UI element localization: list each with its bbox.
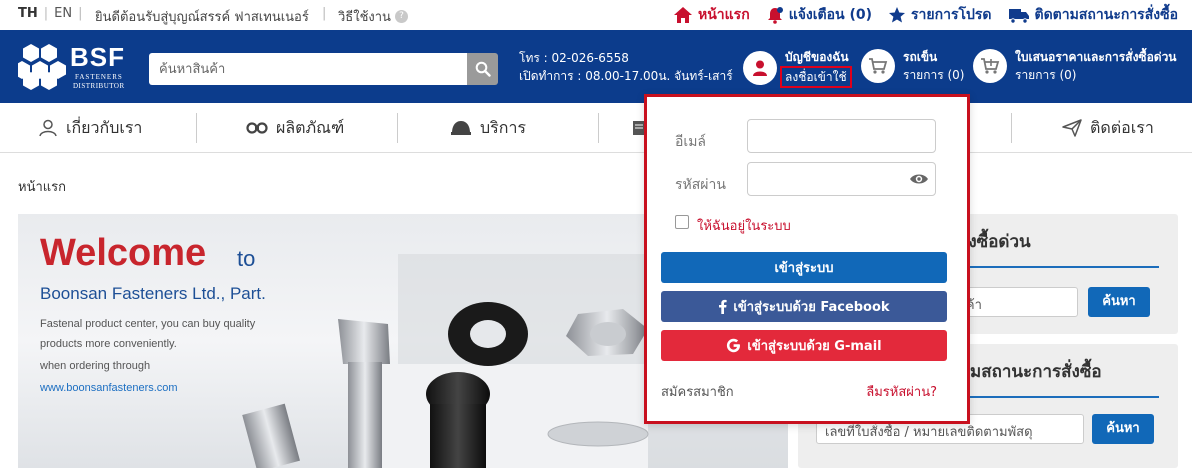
search-button[interactable] xyxy=(467,53,498,85)
logo-subtitle: FASTENERS xyxy=(75,73,123,81)
breadcrumb[interactable]: หน้าแรก xyxy=(18,176,66,197)
account-avatar xyxy=(743,51,777,85)
nav-divider xyxy=(598,113,599,143)
account-title: บัญชีของฉัน xyxy=(785,50,849,64)
nav-item-contact[interactable]: ติดต่อเรา xyxy=(1062,103,1154,153)
logo-hex-icon xyxy=(18,44,66,90)
welcome-text: ยินดีต้อนรับสู่บุญณ์สรรค์ ฟาสเทนเนอร์ xyxy=(95,10,309,25)
login-button[interactable]: เข้าสู่ระบบ xyxy=(661,252,947,283)
send-icon xyxy=(1062,119,1082,137)
login-button-label: เข้าสู่ระบบ xyxy=(774,261,834,276)
email-field[interactable] xyxy=(747,119,936,153)
phone-text: โทร : 02-026-6558 xyxy=(519,51,629,65)
main-nav: เกี่ยวกับเรา ผลิตภัณฑ์ บริการ ติดต่อเรา xyxy=(0,103,1192,153)
quote-circle xyxy=(973,49,1007,83)
top-bar: TH | EN | ยินดีต้อนรับสู่บุญณ์สรรค์ ฟาสเ… xyxy=(0,0,1192,30)
search-bar xyxy=(149,53,498,85)
logo-subtitle-2: DISTRIBUTOR xyxy=(73,82,125,90)
user-icon xyxy=(39,119,57,137)
nav-divider xyxy=(196,113,197,143)
divider: | xyxy=(78,6,83,21)
contact-info: โทร : 02-026-6558 เปิดทำการ : 08.00-17.0… xyxy=(519,49,733,85)
bell-icon xyxy=(767,7,783,24)
eye-icon[interactable] xyxy=(909,171,929,187)
banner-text-2: products more conveniently. xyxy=(40,338,177,350)
banner-to: to xyxy=(237,246,256,271)
banner-welcome: Welcome xyxy=(40,232,207,274)
account-menu[interactable]: บัญชีของฉัน ลงชื่อเข้าใช้ xyxy=(743,48,852,88)
main-header: BSF FASTENERS DISTRIBUTOR โทร : 02-026-6… xyxy=(0,30,1192,103)
password-field[interactable] xyxy=(747,162,936,196)
help-icon: ? xyxy=(394,10,408,23)
facebook-icon xyxy=(719,299,728,314)
favorites-link[interactable]: รายการโปรด xyxy=(888,4,992,26)
track-order-label: ติดตามสถานะการสั่งซื้อ xyxy=(1034,7,1179,23)
facebook-login-button[interactable]: เข้าสู่ระบบด้วย Facebook xyxy=(661,291,947,322)
track-order-link[interactable]: ติดตามสถานะการสั่งซื้อ xyxy=(1008,4,1179,26)
home-link[interactable]: หน้าแรก xyxy=(673,4,750,26)
helmet-icon xyxy=(451,121,471,135)
home-link-label: หน้าแรก xyxy=(698,7,750,23)
nav-divider xyxy=(397,113,398,143)
quick-cart-icon xyxy=(981,58,1000,74)
password-label: รหัสผ่าน xyxy=(675,177,726,193)
star-icon xyxy=(889,7,906,23)
google-icon xyxy=(727,338,741,353)
nav-item-products[interactable]: ผลิตภัณฑ์ xyxy=(246,103,344,153)
truck-icon xyxy=(1008,9,1029,24)
cart-menu[interactable]: รถเข็น รายการ (0) xyxy=(861,48,964,84)
track-order-search-button[interactable]: ค้นหา xyxy=(1092,414,1154,444)
banner-url: www.boonsanfasteners.com xyxy=(40,382,178,394)
language-switcher: TH | EN | xyxy=(18,6,82,21)
home-icon xyxy=(674,7,692,23)
nav-item-label: ผลิตภัณฑ์ xyxy=(276,117,345,137)
quote-count: รายการ (0) xyxy=(1015,68,1077,82)
login-dropdown: อีเมล์ รหัสผ่าน ให้ฉันอยู่ในระบบ เข้าสู่… xyxy=(644,94,970,424)
quote-menu[interactable]: ใบเสนอราคาและการสั่งซื้อด่วน รายการ (0) xyxy=(973,48,1177,84)
howto-label: วิธีใช้งาน xyxy=(338,10,391,25)
facebook-login-label: เข้าสู่ระบบด้วย Facebook xyxy=(733,300,890,315)
banner-text-3: when ordering through xyxy=(40,360,151,372)
howto-link[interactable]: วิธีใช้งาน ? xyxy=(338,6,408,27)
forgot-password-link[interactable]: ลืมรหัสผ่าน? xyxy=(866,381,937,402)
logo[interactable]: BSF FASTENERS DISTRIBUTOR xyxy=(18,42,130,94)
lang-th-link[interactable]: TH xyxy=(18,6,38,21)
divider: | xyxy=(322,6,327,21)
banner-text-1: Fastenal product center, you can buy qua… xyxy=(40,318,256,330)
wrench-icon xyxy=(246,122,268,134)
cart-count: รายการ (0) xyxy=(903,68,965,82)
banner-company: Boonsan Fasteners Ltd., Part. xyxy=(40,284,266,303)
lang-en-link[interactable]: EN xyxy=(54,6,72,21)
notifications-label: แจ้งเตือน (0) xyxy=(788,7,873,23)
logo-text: BSF xyxy=(70,42,125,72)
favorites-label: รายการโปรด xyxy=(911,7,992,23)
nav-divider xyxy=(1011,113,1012,143)
email-label: อีเมล์ xyxy=(675,134,707,150)
quick-order-search-button[interactable]: ค้นหา xyxy=(1088,287,1150,317)
remember-label[interactable]: ให้ฉันอยู่ในระบบ xyxy=(697,215,791,236)
nav-item-services[interactable]: บริการ xyxy=(450,103,526,153)
top-links: หน้าแรก แจ้งเตือน (0) รายการโปรด ติดตามส… xyxy=(673,4,1178,26)
cart-circle xyxy=(861,49,895,83)
remember-checkbox[interactable] xyxy=(675,215,689,229)
search-input[interactable] xyxy=(149,53,467,85)
quote-title: ใบเสนอราคาและการสั่งซื้อด่วน xyxy=(1015,50,1177,64)
hours-text: เปิดทำการ : 08.00-17.00น. จันทร์-เสาร์ xyxy=(519,69,733,83)
track-order-title: มสถานะการสั่งซื้อ xyxy=(970,362,1102,382)
nav-item-label: ติดต่อเรา xyxy=(1090,117,1154,137)
gmail-login-label: เข้าสู่ระบบด้วย G-mail xyxy=(747,339,882,354)
notifications-link[interactable]: แจ้งเตือน (0) xyxy=(766,4,872,26)
register-link[interactable]: สมัครสมาชิก xyxy=(661,381,734,402)
cart-icon xyxy=(869,58,888,74)
nav-item-label: เกี่ยวกับเรา xyxy=(66,117,143,137)
divider: | xyxy=(43,6,49,21)
cart-title: รถเข็น xyxy=(903,50,938,64)
nav-item-about[interactable]: เกี่ยวกับเรา xyxy=(38,103,142,153)
login-link[interactable]: ลงชื่อเข้าใช้ xyxy=(780,66,852,88)
search-icon xyxy=(475,61,491,77)
nav-item-label: บริการ xyxy=(480,117,527,137)
user-icon xyxy=(753,60,767,76)
gmail-login-button[interactable]: เข้าสู่ระบบด้วย G-mail xyxy=(661,330,947,361)
